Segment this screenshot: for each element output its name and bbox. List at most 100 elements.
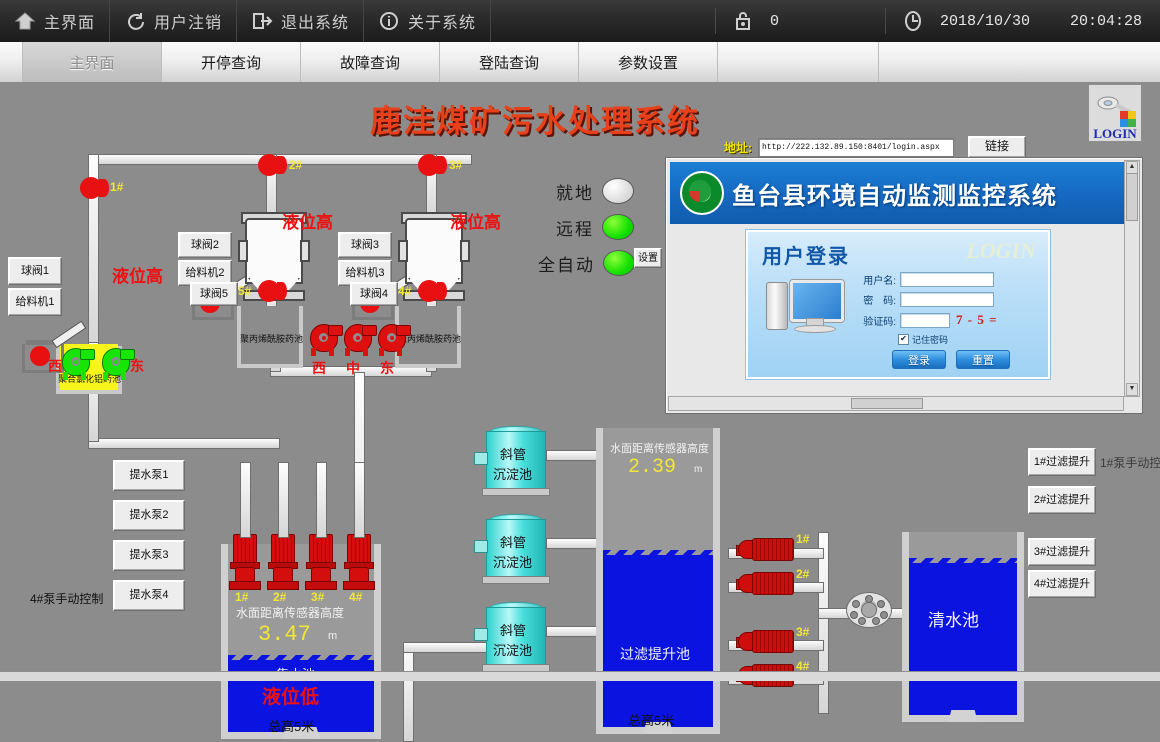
button-ball-valve-2[interactable]: 球阀2	[178, 232, 232, 258]
web-field-password-row: 密 码:	[852, 292, 1038, 307]
menu-item-parameter-settings[interactable]: 参数设置	[579, 42, 718, 82]
valve-4[interactable]	[418, 280, 447, 302]
button-ball-valve-1[interactable]: 球阀1	[8, 257, 62, 285]
web-hscroll-thumb[interactable]	[850, 398, 923, 409]
collection-sensor-unit: m	[328, 630, 338, 642]
pipe-lift-3	[316, 462, 327, 538]
blower-top-mid-leg-r	[363, 348, 368, 356]
valve-1[interactable]	[80, 177, 109, 199]
toolbar-item-home[interactable]: 主界面	[0, 0, 111, 42]
valve-5[interactable]	[258, 280, 287, 302]
web-captcha-challenge: 7 - 5 =	[956, 312, 998, 327]
button-filter-lift-4[interactable]: 4#过滤提升	[1028, 570, 1096, 598]
valve-3[interactable]	[418, 154, 447, 176]
web-submit-button[interactable]: 登录	[892, 350, 946, 369]
button-feeder-1[interactable]: 给料机1	[8, 288, 62, 316]
mode-remote-lamp[interactable]	[602, 214, 634, 240]
web-field-username-row: 用户名:	[852, 272, 1038, 287]
menu-item-startstop-query[interactable]: 开停查询	[162, 42, 301, 82]
blower-top-west[interactable]	[308, 322, 343, 356]
valve-2[interactable]	[258, 154, 287, 176]
web-login-buttons: 登录 重置	[892, 350, 1038, 369]
logo-inner-ring	[689, 180, 711, 202]
collection-sensor-label: 水面距离传感器高度	[236, 606, 345, 620]
lock-icon[interactable]	[732, 10, 754, 32]
web-password-input[interactable]	[900, 292, 994, 307]
settler-1-inlet	[474, 452, 488, 465]
vessel-west-ear-r	[300, 240, 310, 262]
mode-local-label: 就地	[556, 183, 594, 203]
blower-bottom-east-leg-r	[121, 372, 126, 380]
settler-3-label-2: 沉淀池	[493, 643, 533, 658]
blower-bottom-west-leg-r	[81, 372, 86, 380]
button-filter-lift-1[interactable]: 1#过滤提升	[1028, 448, 1096, 476]
scroll-down-arrow-icon[interactable]: ▼	[1126, 383, 1138, 396]
settings-button[interactable]: 设置	[634, 248, 662, 268]
button-lift-pump-4[interactable]: 提水泵4	[113, 580, 185, 611]
lift-pump-1[interactable]	[229, 534, 261, 596]
lift-pump-4-flange	[343, 581, 375, 590]
toolbar-item-about[interactable]: 关于系统	[364, 0, 492, 42]
address-input[interactable]: http://222.132.89.150:8401/login.aspx	[758, 137, 954, 157]
login-badge[interactable]: LOGIN	[1088, 84, 1142, 142]
filter-pump-2-tag: 2#	[796, 567, 810, 581]
pc-tower	[766, 282, 788, 330]
button-lift-pump-2[interactable]: 提水泵2	[113, 500, 185, 531]
web-remember-checkbox[interactable]: ✔	[898, 334, 909, 345]
blower-top-mid-outlet	[362, 325, 377, 336]
menu-item-home[interactable]: 主界面	[22, 42, 162, 82]
filter-pump-3[interactable]	[736, 630, 798, 653]
web-horizontal-scrollbar[interactable]	[668, 396, 1124, 411]
toolbar-item-logout[interactable]: 用户注销	[110, 0, 238, 42]
button-lift-pump-3[interactable]: 提水泵3	[113, 540, 185, 571]
pool-filter-lift-wave	[603, 550, 713, 557]
lift-pump-3[interactable]	[305, 534, 337, 596]
button-lift-pump-1[interactable]: 提水泵1	[113, 460, 185, 491]
lock-count: 0	[769, 12, 779, 30]
blower-bottom-west[interactable]	[60, 346, 95, 380]
valve-1-tag: 1#	[110, 180, 124, 194]
lift-pump-4[interactable]	[343, 534, 375, 596]
web-captcha-input[interactable]	[900, 312, 950, 328]
button-filter-lift-2[interactable]: 2#过滤提升	[1028, 486, 1096, 514]
button-ball-valve-5[interactable]: 球阀5	[190, 282, 238, 306]
pipe-settler-riser	[403, 642, 414, 742]
web-username-input[interactable]	[900, 272, 994, 287]
mode-row-local: 就地	[556, 178, 634, 204]
web-login-box: 用户登录 LOGIN 用户名: 密 码: 验证码: 7 - 5 = ✔ 记住密码…	[746, 230, 1050, 379]
button-ball-valve-4[interactable]: 球阀4	[350, 282, 398, 306]
blower-top-east[interactable]	[376, 322, 411, 356]
valve-2-handle	[277, 156, 287, 174]
web-vertical-scrollbar[interactable]: ▲ ▼	[1124, 160, 1140, 397]
button-filter-lift-3[interactable]: 3#过滤提升	[1028, 538, 1096, 566]
menu-item-login-query[interactable]: 登陆查询	[440, 42, 579, 82]
filter-pump-1[interactable]	[736, 538, 798, 561]
settler-3-label-1: 斜管	[500, 623, 527, 638]
filter-pump-1-tag: 1#	[796, 532, 810, 546]
blower-top-west-leg-r	[329, 348, 334, 356]
filter-pump-2[interactable]	[736, 572, 798, 595]
home-icon	[14, 10, 36, 32]
pool-clear-water-water	[909, 558, 1017, 715]
web-remember-row[interactable]: ✔ 记住密码	[898, 333, 1038, 346]
mode-local-lamp[interactable]	[602, 178, 634, 204]
settler-1-label-1: 斜管	[500, 447, 527, 462]
web-field-password-label: 密 码:	[863, 296, 896, 307]
link-button[interactable]: 链接	[968, 136, 1026, 158]
filter-sensor-unit: m	[694, 464, 703, 475]
toolbar-item-exit[interactable]: 退出系统	[237, 0, 365, 42]
lift-pump-2[interactable]	[267, 534, 299, 596]
collection-sensor-value: 3.47	[258, 622, 311, 647]
blower-bottom-east[interactable]	[100, 346, 135, 380]
blower-top-mid[interactable]	[342, 322, 377, 356]
web-scroll-thumb[interactable]	[1126, 173, 1138, 221]
blower-top-west-tag: 西	[312, 360, 326, 376]
lift-pump-3-tag: 3#	[311, 590, 325, 604]
web-field-username-label: 用户名:	[863, 276, 896, 287]
web-reset-button[interactable]: 重置	[956, 350, 1010, 369]
collection-total-height: 总高5米	[268, 719, 315, 734]
valve-3-handle	[437, 156, 447, 174]
button-ball-valve-3[interactable]: 球阀3	[338, 232, 392, 258]
menu-item-fault-query[interactable]: 故障查询	[301, 42, 440, 82]
mode-auto-lamp[interactable]	[603, 250, 635, 276]
